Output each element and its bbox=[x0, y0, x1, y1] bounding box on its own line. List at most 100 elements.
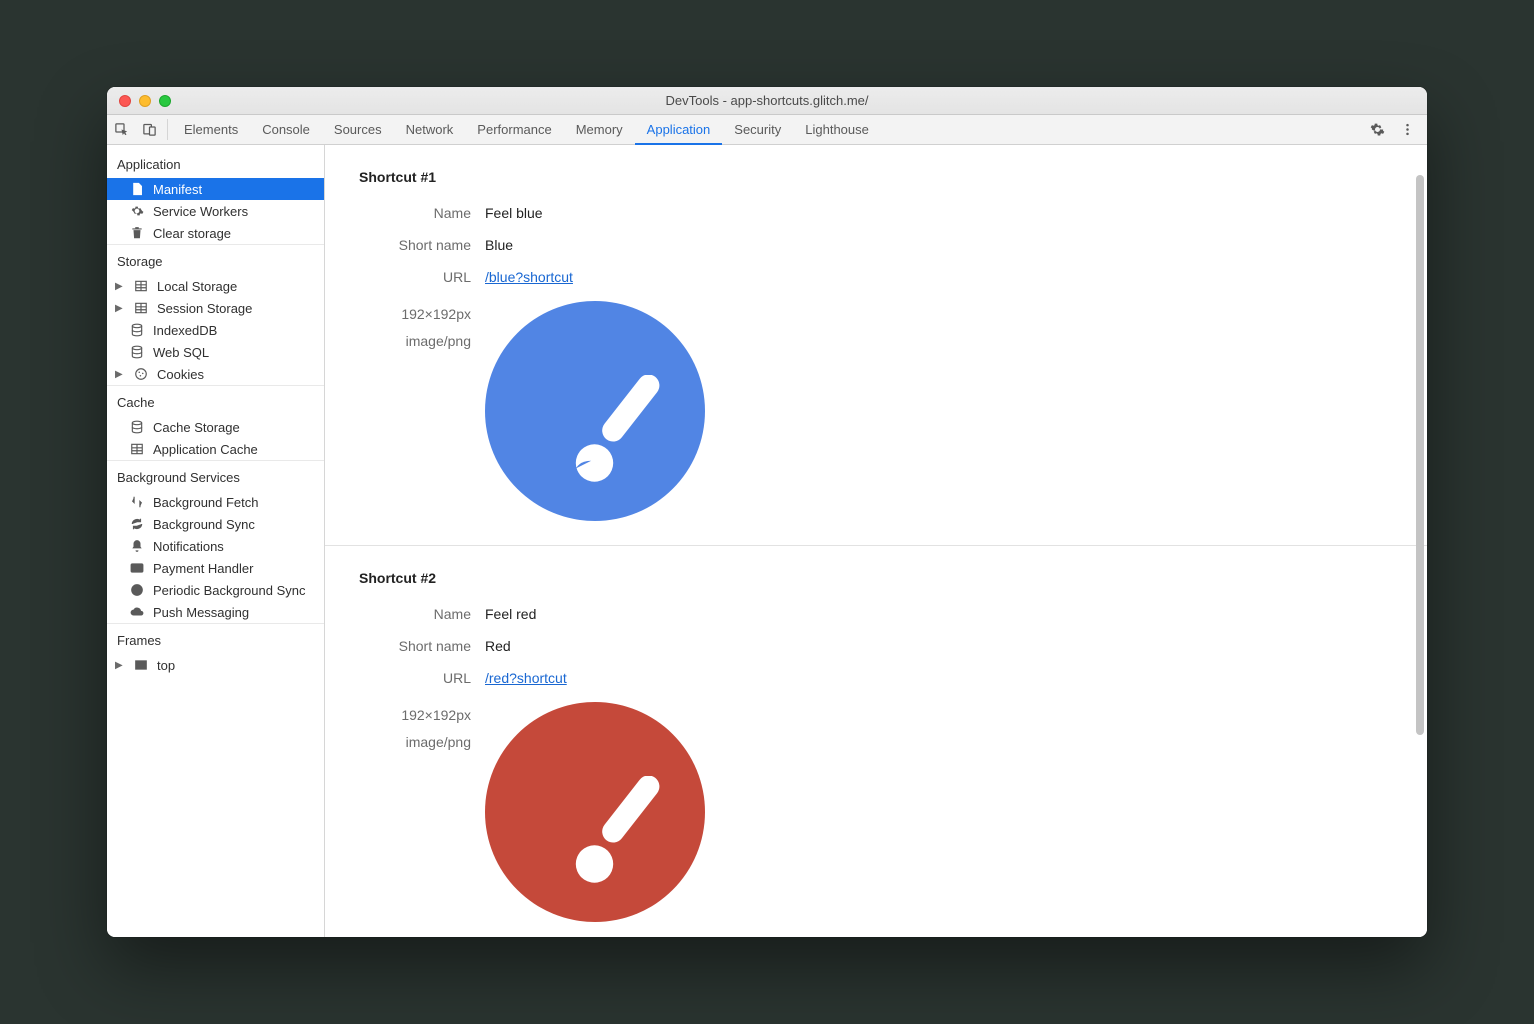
section-frames: Frames bbox=[107, 623, 324, 654]
icon-meta: 192×192px image/png bbox=[325, 702, 485, 755]
sidebar-item-cache-storage[interactable]: Cache Storage bbox=[107, 416, 324, 438]
tab-label: Console bbox=[262, 122, 310, 137]
tab-label: Elements bbox=[184, 122, 238, 137]
tab-label: Memory bbox=[576, 122, 623, 137]
manifest-pane[interactable]: Shortcut #1 Name Feel blue Short name Bl… bbox=[325, 145, 1427, 937]
tab-network[interactable]: Network bbox=[394, 115, 466, 144]
shortcut-icon-preview bbox=[485, 301, 705, 521]
cloud-icon bbox=[129, 604, 145, 620]
shortcut-block-1: Shortcut #1 Name Feel blue Short name Bl… bbox=[325, 145, 1427, 546]
sidebar-item-label: Session Storage bbox=[157, 301, 252, 316]
tab-label: Lighthouse bbox=[805, 122, 869, 137]
icon-size: 192×192px bbox=[325, 702, 471, 729]
window-title: DevTools - app-shortcuts.glitch.me/ bbox=[107, 93, 1427, 108]
label-name: Name bbox=[325, 606, 485, 622]
inspect-element-icon[interactable] bbox=[107, 115, 135, 144]
file-icon bbox=[129, 181, 145, 197]
tab-label: Sources bbox=[334, 122, 382, 137]
tab-memory[interactable]: Memory bbox=[564, 115, 635, 144]
sidebar-item-session-storage[interactable]: ▶ Session Storage bbox=[107, 297, 324, 319]
maximize-window-button[interactable] bbox=[159, 95, 171, 107]
body: Application Manifest Service Workers Cle… bbox=[107, 145, 1427, 937]
value-url-link[interactable]: /blue?shortcut bbox=[485, 269, 573, 285]
sync-icon bbox=[129, 516, 145, 532]
caret-icon: ▶ bbox=[115, 660, 125, 671]
card-icon bbox=[129, 560, 145, 576]
application-sidebar: Application Manifest Service Workers Cle… bbox=[107, 145, 325, 937]
sidebar-item-application-cache[interactable]: Application Cache bbox=[107, 438, 324, 460]
sidebar-item-label: Periodic Background Sync bbox=[153, 583, 305, 598]
value-short-name: Red bbox=[485, 638, 511, 654]
value-name: Feel blue bbox=[485, 205, 543, 221]
devtools-window: DevTools - app-shortcuts.glitch.me/ Elem… bbox=[107, 87, 1427, 937]
scrollbar-thumb[interactable] bbox=[1416, 175, 1424, 735]
tab-application[interactable]: Application bbox=[635, 115, 723, 145]
value-name: Feel red bbox=[485, 606, 536, 622]
brush-icon bbox=[567, 375, 677, 485]
sidebar-item-label: Web SQL bbox=[153, 345, 209, 360]
sidebar-item-push-messaging[interactable]: Push Messaging bbox=[107, 601, 324, 623]
sidebar-item-local-storage[interactable]: ▶ Local Storage bbox=[107, 275, 324, 297]
sidebar-item-manifest[interactable]: Manifest bbox=[107, 178, 324, 200]
value-url-link[interactable]: /red?shortcut bbox=[485, 670, 567, 686]
table-icon bbox=[133, 300, 149, 316]
icon-meta: 192×192px image/png bbox=[325, 301, 485, 354]
gear-icon bbox=[129, 203, 145, 219]
tab-lighthouse[interactable]: Lighthouse bbox=[793, 115, 881, 144]
label-url: URL bbox=[325, 670, 485, 686]
database-icon bbox=[129, 322, 145, 338]
sidebar-item-label: Clear storage bbox=[153, 226, 231, 241]
sidebar-item-label: top bbox=[157, 658, 175, 673]
clock-icon bbox=[129, 582, 145, 598]
label-short-name: Short name bbox=[325, 638, 485, 654]
shortcut-heading: Shortcut #2 bbox=[325, 546, 1427, 598]
section-background-services: Background Services bbox=[107, 460, 324, 491]
database-icon bbox=[129, 419, 145, 435]
tab-console[interactable]: Console bbox=[250, 115, 322, 144]
sidebar-item-notifications[interactable]: Notifications bbox=[107, 535, 324, 557]
sidebar-item-label: Notifications bbox=[153, 539, 224, 554]
section-application: Application bbox=[107, 145, 324, 178]
sidebar-item-payment-handler[interactable]: Payment Handler bbox=[107, 557, 324, 579]
more-menu-icon[interactable] bbox=[1393, 122, 1421, 137]
shortcut-block-2: Shortcut #2 Name Feel red Short name Red… bbox=[325, 546, 1427, 937]
settings-gear-icon[interactable] bbox=[1363, 122, 1391, 137]
shortcut-heading: Shortcut #1 bbox=[325, 145, 1427, 197]
sidebar-item-label: Payment Handler bbox=[153, 561, 253, 576]
tab-elements[interactable]: Elements bbox=[172, 115, 250, 144]
device-toolbar-icon[interactable] bbox=[135, 115, 163, 144]
tab-security[interactable]: Security bbox=[722, 115, 793, 144]
icon-size: 192×192px bbox=[325, 301, 471, 328]
database-icon bbox=[129, 344, 145, 360]
tab-performance[interactable]: Performance bbox=[465, 115, 563, 144]
minimize-window-button[interactable] bbox=[139, 95, 151, 107]
icon-type: image/png bbox=[325, 729, 471, 756]
sidebar-item-background-fetch[interactable]: Background Fetch bbox=[107, 491, 324, 513]
tab-label: Network bbox=[406, 122, 454, 137]
tab-sources[interactable]: Sources bbox=[322, 115, 394, 144]
sidebar-item-service-workers[interactable]: Service Workers bbox=[107, 200, 324, 222]
section-storage: Storage bbox=[107, 244, 324, 275]
window-controls bbox=[107, 95, 171, 107]
value-short-name: Blue bbox=[485, 237, 513, 253]
sidebar-item-websql[interactable]: Web SQL bbox=[107, 341, 324, 363]
label-url: URL bbox=[325, 269, 485, 285]
sidebar-item-label: Local Storage bbox=[157, 279, 237, 294]
close-window-button[interactable] bbox=[119, 95, 131, 107]
tab-label: Application bbox=[647, 122, 711, 137]
table-icon bbox=[133, 278, 149, 294]
sidebar-item-background-sync[interactable]: Background Sync bbox=[107, 513, 324, 535]
sidebar-item-label: Background Sync bbox=[153, 517, 255, 532]
divider bbox=[167, 119, 168, 140]
sidebar-item-label: Cache Storage bbox=[153, 420, 240, 435]
tab-label: Security bbox=[734, 122, 781, 137]
sidebar-item-cookies[interactable]: ▶ Cookies bbox=[107, 363, 324, 385]
sidebar-item-label: Application Cache bbox=[153, 442, 258, 457]
caret-icon: ▶ bbox=[115, 369, 125, 380]
sidebar-item-label: Push Messaging bbox=[153, 605, 249, 620]
sidebar-item-top-frame[interactable]: ▶ top bbox=[107, 654, 324, 676]
sidebar-item-periodic-bg-sync[interactable]: Periodic Background Sync bbox=[107, 579, 324, 601]
sidebar-item-clear-storage[interactable]: Clear storage bbox=[107, 222, 324, 244]
sidebar-item-indexeddb[interactable]: IndexedDB bbox=[107, 319, 324, 341]
icon-type: image/png bbox=[325, 328, 471, 355]
